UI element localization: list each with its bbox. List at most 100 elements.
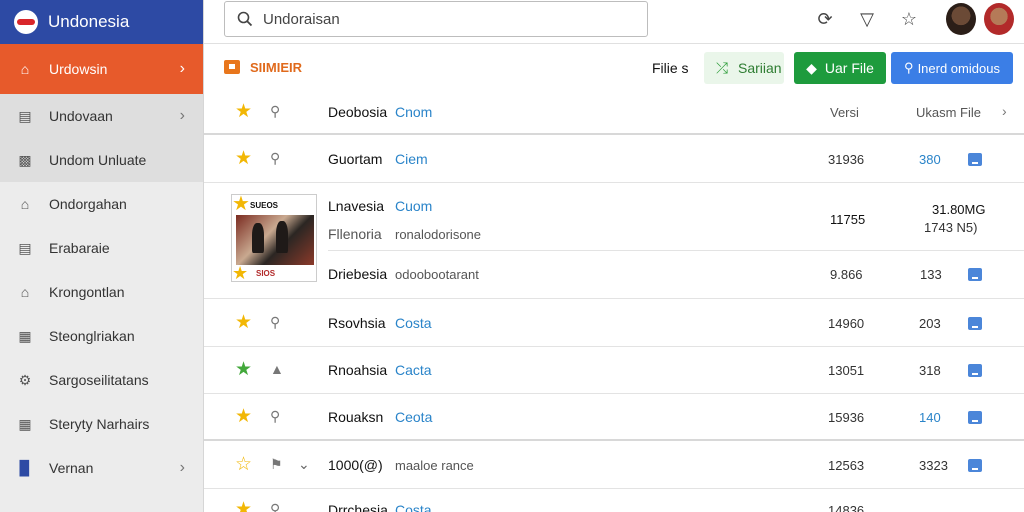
edit-icon[interactable]	[968, 268, 982, 281]
brand-header[interactable]: Undonesia	[0, 0, 203, 44]
sidebar-item-label: Sargoseilitatans	[49, 372, 149, 388]
table-header: ★ ⚲ Deobosia Cnom Versi Ukasm File ›	[204, 90, 1024, 135]
expanded-line2-desc: ronalodorisone	[395, 227, 482, 242]
sidebar-item-label: Vernan	[49, 460, 94, 476]
upload-file-button[interactable]: ◆ Uar File	[794, 52, 886, 84]
chevron-right-icon[interactable]: ›	[1002, 103, 1007, 119]
sidebar-item-10[interactable]: ▉ Vernan ›	[0, 446, 203, 490]
person-pin-icon: ⚲	[270, 408, 281, 424]
sidebar-item-label: Undom Unluate	[49, 152, 147, 168]
row-kind: Costa	[395, 502, 432, 512]
expanded-line2-name: Fllenoria	[328, 226, 382, 242]
row-kind: Ceota	[395, 409, 433, 425]
brand-title: Undonesia	[48, 12, 130, 31]
shuffle-icon: ⤮	[716, 59, 729, 77]
section-title: SIIMIEIR	[250, 60, 303, 75]
sidebar-item-3[interactable]: ▩ Undom Unluate	[0, 138, 203, 182]
saran-button[interactable]: ⤮ Sariian	[704, 52, 784, 84]
home-icon: ⌂	[20, 61, 30, 77]
edit-icon[interactable]	[968, 317, 982, 330]
flag-pin-icon: ⚑	[270, 456, 283, 472]
star-outline-icon[interactable]: ☆	[898, 8, 920, 30]
row-version: 31936	[828, 152, 865, 167]
table-row[interactable]: ★ ▲ Rnoahsia Cacta 13051 318	[204, 347, 1024, 394]
sidebar-item-label: Steryty Narhairs	[49, 416, 150, 432]
row-name: Guortam	[328, 151, 383, 167]
star-outline-icon[interactable]: ☆	[235, 453, 252, 476]
header-version[interactable]: Versi	[830, 105, 859, 120]
search-documents-button[interactable]: ⚲ Inerd omidous	[891, 52, 1013, 84]
thumbnail-image	[236, 215, 314, 265]
sidebar-item-1[interactable]: ⌂ Urdowsin ›	[0, 44, 203, 94]
tag-icon: ◆	[806, 59, 817, 76]
files-label[interactable]: Filie s	[652, 60, 689, 76]
home-icon: ⌂	[20, 284, 30, 300]
chevron-right-icon: ›	[179, 107, 185, 124]
sidebar: Undonesia ⌂ Urdowsin › ▤ Undovaan › ▩ Un…	[0, 0, 204, 512]
star-icon[interactable]: ★	[235, 498, 252, 512]
row-kind: maaloe rance	[395, 458, 474, 473]
search-input[interactable]	[263, 10, 623, 28]
expanded-line2-num: 11755	[830, 212, 866, 227]
row-name: Rnoahsia	[328, 362, 388, 378]
avatar-secondary[interactable]	[984, 3, 1014, 35]
row-name: Rouaksn	[328, 409, 384, 425]
sidebar-item-2[interactable]: ▤ Undovaan ›	[0, 94, 203, 138]
sidebar-item-5[interactable]: ▤ Erabaraie	[0, 226, 203, 270]
sidebar-item-4[interactable]: ⌂ Ondorgahan	[0, 182, 203, 226]
table-row[interactable]: ☆ ⚑ ⌄ 1000(@) maaloe rance 12563 3323	[204, 442, 1024, 489]
star-icon[interactable]: ★	[235, 311, 252, 334]
edit-icon[interactable]	[968, 459, 982, 472]
thumbnail-label-top: SUEOS	[250, 201, 279, 210]
row-version: 14960	[828, 316, 865, 331]
row-usage: 318	[919, 363, 941, 378]
row-usage: 140	[919, 410, 941, 425]
star-icon[interactable]: ★	[232, 263, 248, 281]
edit-icon[interactable]	[968, 411, 982, 424]
header-usage[interactable]: Ukasm File	[916, 105, 981, 120]
document-icon: ▦	[18, 415, 32, 432]
row-usage: 203	[919, 316, 941, 331]
star-icon[interactable]: ★	[232, 195, 250, 216]
refresh-icon[interactable]: ⟳	[814, 8, 836, 30]
table-row-expanded[interactable]: Lnavesia Cuom Fllenoria ronalodorisone 1…	[204, 184, 1024, 299]
expanded-line3-desc: odoobootarant	[395, 267, 479, 282]
avatar[interactable]	[946, 3, 976, 35]
toolbar: SIIMIEIR Filie s ⤮ Sariian ◆ Uar File ⚲ …	[204, 46, 1024, 90]
table-row[interactable]: ★ ⚲ Rsovhsia Costa 14960 203	[204, 300, 1024, 347]
edit-icon[interactable]	[968, 364, 982, 377]
document-pin-icon: ▲	[270, 361, 284, 377]
brand-logo-icon	[14, 10, 38, 34]
table-row[interactable]: ★ ⚲ Guortam Ciem 31936 380	[204, 136, 1024, 183]
table-row[interactable]: ★ ⚲ Rouaksn Ceota 15936 140	[204, 394, 1024, 441]
row-version: 12563	[828, 458, 865, 473]
upload-file-label: Uar File	[824, 60, 874, 76]
row-kind: Costa	[395, 315, 432, 331]
expanded-line3-usage: 133	[920, 267, 942, 282]
row-kind: Ciem	[395, 151, 428, 167]
chevron-down-icon[interactable]: ⌄	[298, 456, 310, 473]
sidebar-item-label: Steonglriakan	[49, 328, 135, 344]
table-row[interactable]: ★ ⚲ Drrchesia Costa 14836	[204, 489, 1024, 512]
sidebar-item-7[interactable]: ▦ Steonglriakan	[0, 314, 203, 358]
saran-label: Sariian	[738, 60, 782, 76]
search-box[interactable]	[224, 1, 648, 37]
star-icon[interactable]: ★	[235, 358, 252, 381]
row-version: 14836	[828, 503, 865, 512]
header-name[interactable]: Deobosia	[328, 104, 387, 120]
star-icon[interactable]: ★	[235, 147, 252, 170]
chevron-right-icon: ›	[179, 60, 185, 77]
file-table: ★ ⚲ Deobosia Cnom Versi Ukasm File › ★ ⚲…	[204, 90, 1024, 512]
star-icon[interactable]: ★	[235, 100, 252, 123]
filter-icon[interactable]: ▽	[856, 8, 878, 30]
star-icon[interactable]: ★	[235, 405, 252, 428]
sidebar-item-9[interactable]: ▦ Steryty Narhairs	[0, 402, 203, 446]
bar-chart-icon: ▉	[19, 459, 31, 476]
search-icon	[237, 11, 253, 27]
sidebar-item-label: Ondorgahan	[49, 196, 127, 212]
file-thumbnail[interactable]: SUEOS SIOS ★ ★	[231, 194, 317, 282]
sidebar-item-6[interactable]: ⌂ Krongontlan	[0, 270, 203, 314]
sidebar-item-8[interactable]: ⚙ Sargoseilitatans	[0, 358, 203, 402]
edit-icon[interactable]	[968, 153, 982, 166]
header-kind[interactable]: Cnom	[395, 104, 432, 120]
